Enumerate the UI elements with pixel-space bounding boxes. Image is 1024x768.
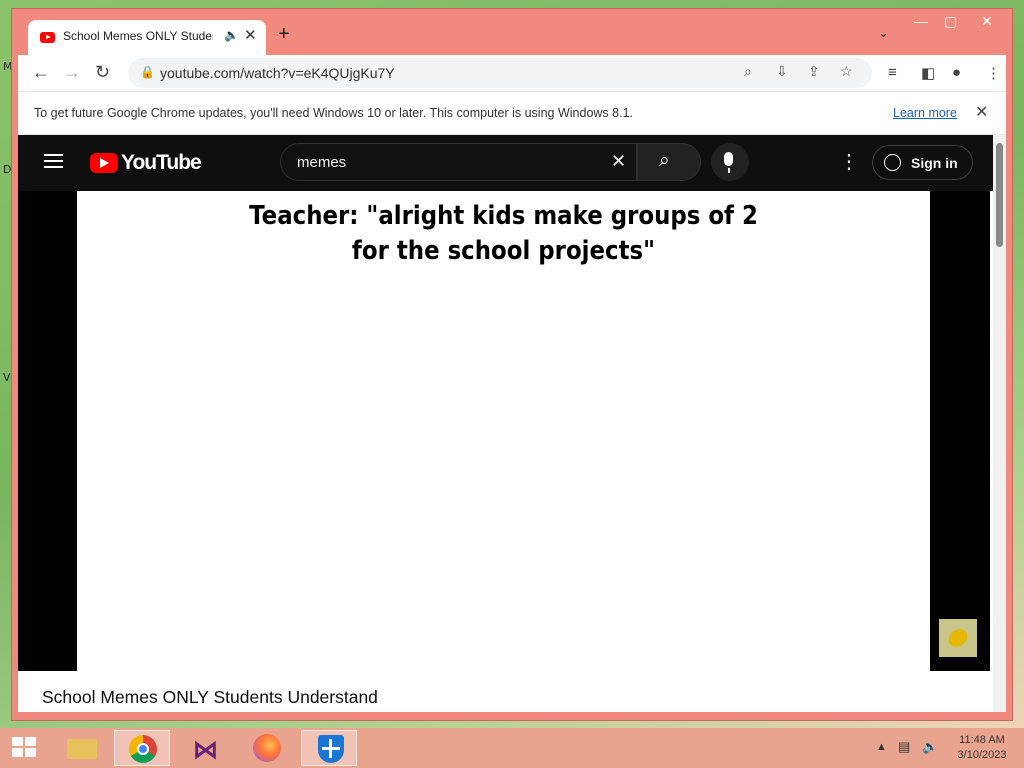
clock-date: 3/10/2023 [957,749,1007,761]
taskbar-windows-defender[interactable] [301,730,357,766]
video-caption-line-1: Teacher: "alright kids make groups of 2 [249,201,758,231]
video-caption-line-2: for the school projects" [351,236,656,266]
speaker-icon[interactable]: 🔈 [224,28,239,42]
taskbar-visual-studio[interactable]: ⋈ [177,730,233,766]
youtube-search-button[interactable]: ⌕ [637,143,701,181]
browser-toolbar: ← → ↻ 🔒 youtube.com/watch?v=eK4QUjgKu7Y … [18,55,1006,91]
settings-more-icon[interactable]: ⋮ [839,149,859,174]
sign-in-label: Sign in [911,155,958,171]
sign-in-button[interactable]: Sign in [872,145,973,180]
shield-icon [318,735,344,763]
volume-icon[interactable]: 🔈 [922,739,938,755]
youtube-header: YouTube memes ✕ ⌕ ⋮ Sign in [18,135,993,191]
firefox-icon [253,734,281,762]
infobar-close-icon[interactable]: ✕ [975,102,988,122]
youtube-search-input[interactable]: memes ✕ [280,143,637,181]
youtube-favicon-icon [40,32,55,43]
title-bar: School Memes ONLY Students Understand 🔈 … [12,9,1012,55]
profile-avatar-icon[interactable]: ● [952,64,961,81]
video-caption: Teacher: "alright kids make groups of 2 … [128,199,879,269]
clear-search-icon[interactable]: ✕ [611,151,626,172]
taskbar-firefox[interactable] [239,730,295,766]
taskbar: ⋈ ▲ ▤ 🔈 11:48 AM 3/10/2023 [0,728,1024,768]
chrome-menu-icon[interactable]: ⋮ [986,64,1001,82]
youtube-logo-icon[interactable] [90,153,118,173]
share-icon[interactable]: ⇪ [808,63,820,80]
search-page-icon[interactable]: ⌕ [744,63,752,80]
learn-more-link[interactable]: Learn more [893,106,957,120]
video-frame[interactable]: Teacher: "alright kids make groups of 2 … [77,191,930,671]
video-title: School Memes ONLY Students Understand [42,687,378,707]
install-icon[interactable]: ⇩ [776,63,788,80]
minimize-icon[interactable]: — [914,13,928,29]
search-query-text[interactable]: memes [297,154,346,171]
desktop-icon-label-3[interactable]: V [3,371,11,384]
web-page: YouTube memes ✕ ⌕ ⋮ Sign in Teacher: "al… [18,135,1006,712]
youtube-logo-text[interactable]: YouTube [121,151,202,175]
scrollbar-thumb[interactable] [996,143,1003,247]
new-tab-plus-icon[interactable]: + [278,23,290,46]
bookmark-star-icon[interactable]: ☆ [840,63,853,80]
page-scrollbar[interactable] [993,135,1006,712]
address-bar[interactable]: 🔒 youtube.com/watch?v=eK4QUjgKu7Y ⌕ ⇩ ⇪ … [128,58,872,88]
lock-icon[interactable]: 🔒 [140,65,155,79]
chrome-window: School Memes ONLY Students Understand 🔈 … [11,8,1013,721]
taskbar-file-explorer[interactable] [53,730,109,766]
side-panel-icon[interactable]: ◧ [921,64,935,82]
hamburger-menu-icon[interactable] [44,154,63,168]
tab-title: School Memes ONLY Students Understand [63,29,213,43]
back-arrow-icon[interactable]: ← [32,62,50,83]
reload-icon[interactable]: ↻ [95,62,110,83]
video-player[interactable]: Teacher: "alright kids make groups of 2 … [18,191,990,671]
account-icon [884,154,901,171]
taskbar-chrome[interactable] [114,730,170,766]
media-control-icon[interactable]: ≡ [888,64,897,81]
voice-search-mic-icon[interactable] [711,143,749,181]
network-icon[interactable]: ▤ [898,739,910,755]
clock-time: 11:48 AM [959,734,1005,746]
windows-start-icon[interactable] [12,737,38,759]
folder-icon [67,739,97,759]
forward-arrow-icon[interactable]: → [63,62,81,83]
maximize-icon[interactable]: ▢ [944,13,957,30]
visual-studio-icon: ⋈ [193,736,218,764]
browser-tab[interactable]: School Memes ONLY Students Understand 🔈 … [28,20,266,55]
tray-expand-icon[interactable]: ▲ [876,741,887,753]
window-close-icon[interactable]: ✕ [981,13,993,30]
channel-watermark-icon[interactable] [939,619,977,657]
taskbar-clock[interactable]: 11:48 AM 3/10/2023 [952,733,1012,763]
infobar-message: To get future Google Chrome updates, you… [34,106,633,120]
search-icon: ⌕ [659,150,670,171]
tab-search-chevron-icon[interactable]: ⌄ [878,25,889,41]
chrome-icon [129,735,157,763]
tab-close-icon[interactable]: ✕ [244,26,257,44]
url-text[interactable]: youtube.com/watch?v=eK4QUjgKu7Y [160,65,395,81]
update-infobar: To get future Google Chrome updates, you… [18,91,1006,135]
